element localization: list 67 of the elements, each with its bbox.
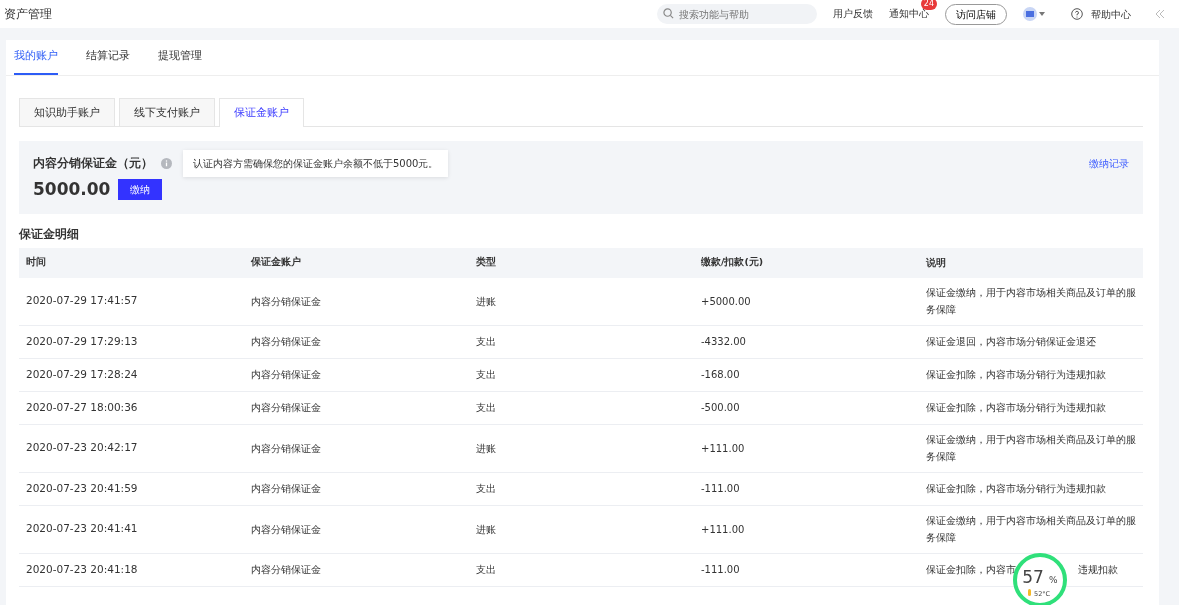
column-header: 说明 [925, 256, 947, 270]
usage-unit: % [1049, 575, 1058, 585]
header-link[interactable]: 通知中心 [889, 7, 929, 19]
table-cell-text: 2020-07-27 18:00:36 [25, 399, 139, 415]
table-cell-text: -168.00 [700, 368, 741, 382]
table-cell-text: 支出 [475, 401, 497, 415]
table-cell-text: 内容分销保证金 [250, 522, 322, 537]
deposit-title: 内容分销保证金（元） [33, 155, 153, 173]
table-cell-text: 支出 [475, 482, 497, 496]
tab[interactable]: 我的账户 [14, 40, 58, 75]
table-cell-text: 内容分销保证金 [250, 401, 322, 415]
column-header: 保证金账户 [250, 255, 302, 270]
table-cell-text: -4332.00 [700, 335, 747, 349]
search-field[interactable]: 搜索功能与帮助 [657, 4, 817, 24]
column-header: 缴款/扣款(元) [700, 255, 765, 270]
table-cell-text: 2020-07-29 17:28:24 [25, 366, 139, 382]
table-cell-text: 内容分销保证金 [250, 482, 322, 496]
table-cell-text: +111.00 [700, 441, 746, 456]
table-cell-text: 进账 [475, 441, 497, 456]
table-cell-text: +5000.00 [700, 294, 752, 309]
table-cell-text: 违规扣款 [1078, 563, 1118, 577]
table-cell-text: 内容分销保证金 [250, 294, 322, 309]
table-cell-text: 2020-07-29 17:29:13 [25, 333, 139, 349]
table-cell-text: 保证金缴纳，用于内容市场相关商品及订单的服务保障 [925, 286, 1137, 317]
table-cell-text: 支出 [475, 368, 497, 382]
page-title: 资产管理 [4, 6, 52, 23]
table-cell-text: 保证金缴纳，用于内容市场相关商品及订单的服务保障 [925, 514, 1137, 545]
table-cell-text: -111.00 [700, 563, 741, 577]
tab[interactable]: 线下支付账户 [119, 97, 215, 127]
table-cell-text: 进账 [475, 294, 497, 309]
tooltip: 认证内容方需确保您的保证金账户余额不低于5000元。 [183, 150, 449, 178]
table-cell-text: 进账 [475, 522, 497, 537]
notification-badge: 24 [920, 0, 937, 10]
table-cell-text: 保证金扣除，内容市 [926, 563, 1016, 577]
table-cell-text: 2020-07-23 20:41:41 [25, 521, 139, 537]
table-cell-text: 保证金退回，内容市场分销保证金退还 [925, 335, 1097, 349]
table-cell-text: 2020-07-29 17:41:57 [25, 293, 139, 309]
tab[interactable]: 保证金账户 [219, 97, 304, 128]
table-cell-text: 支出 [475, 563, 497, 577]
table-cell-text: 内容分销保证金 [250, 441, 322, 456]
section-title: 保证金明细 [19, 226, 80, 244]
table-cell-text: 内容分销保证金 [250, 368, 322, 382]
table-cell-text: 2020-07-23 20:41:59 [25, 480, 139, 496]
header-link[interactable]: 用户反馈 [833, 7, 873, 19]
table-cell-text: -500.00 [700, 401, 741, 415]
pay-button[interactable]: 缴纳 [118, 178, 163, 200]
table-cell-text: 保证金缴纳，用于内容市场相关商品及订单的服务保障 [925, 433, 1137, 464]
table-cell-text: 保证金扣除，内容市场分销行为违规扣款 [925, 368, 1107, 382]
table-cell-text: 内容分销保证金 [250, 563, 322, 577]
tab[interactable]: 知识助手账户 [19, 97, 115, 127]
tab[interactable]: 提现管理 [158, 40, 202, 75]
table-cell-text: +111.00 [700, 522, 746, 537]
table-cell-text: 保证金扣除，内容市场分销行为违规扣款 [925, 482, 1107, 496]
visit-store-button[interactable]: 访问店铺 [945, 3, 1007, 25]
table-cell-text: -111.00 [700, 482, 741, 496]
column-header: 类型 [475, 255, 497, 270]
table-cell-text: 内容分销保证金 [250, 335, 322, 349]
balance-amount: 5000.00 [33, 177, 111, 201]
tab[interactable]: 结算记录 [86, 40, 130, 75]
table-cell-text: 支出 [475, 335, 497, 349]
records-link[interactable]: 缴纳记录 [1089, 156, 1129, 172]
table-cell-text: 2020-07-23 20:41:18 [25, 561, 139, 577]
table-cell-text: 2020-07-23 20:42:17 [25, 440, 139, 456]
table-cell-text: 保证金扣除，内容市场分销行为违规扣款 [925, 401, 1107, 415]
help-link[interactable]: 帮助中心 [1091, 6, 1131, 22]
column-header: 时间 [25, 255, 47, 270]
usage-value: 57 [1022, 567, 1044, 587]
